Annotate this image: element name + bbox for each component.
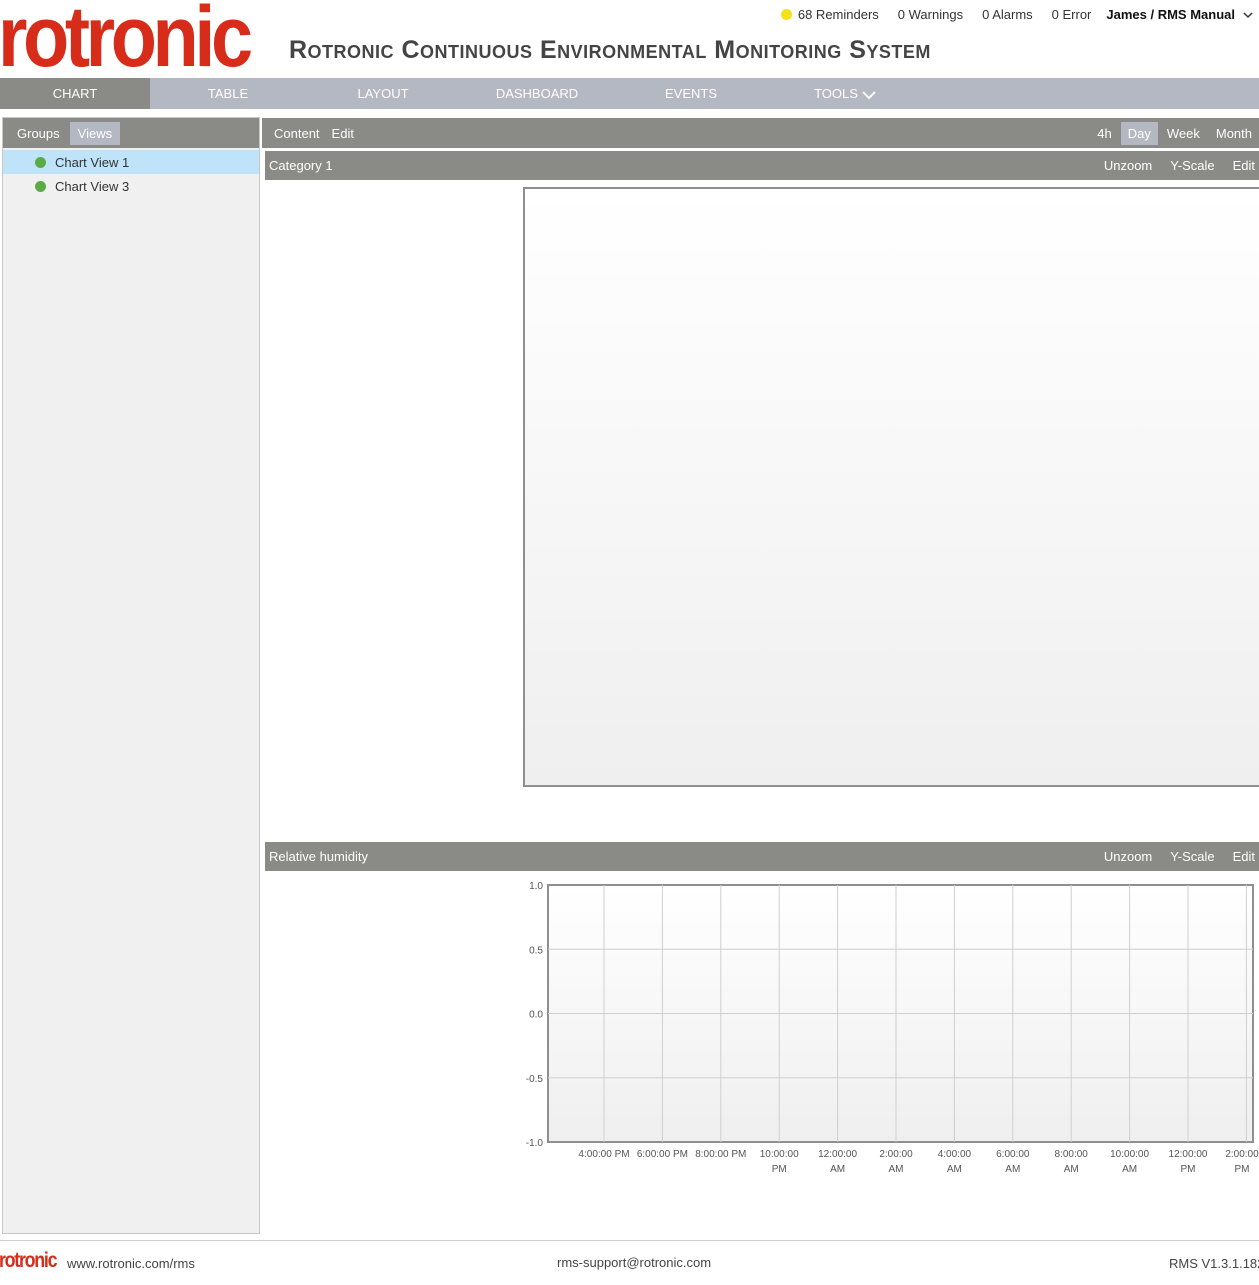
panel-edit-button[interactable]: Edit (1233, 158, 1255, 173)
main-nav: CHART TABLE LAYOUT DASHBOARD EVENTS TOOL… (0, 78, 1259, 109)
footer-version: RMS V1.3.1.1826 (1169, 1256, 1259, 1271)
tab-table[interactable]: TABLE (150, 78, 306, 109)
range-4h-button[interactable]: 4h (1090, 122, 1118, 145)
tab-layout[interactable]: LAYOUT (306, 78, 460, 109)
status-dot-icon (35, 180, 46, 192)
rotronic-logo: rotronic (0, 0, 253, 85)
unzoom-button[interactable]: Unzoom (1104, 849, 1152, 864)
x-tick-label: 6:00:00 AM (996, 1149, 1030, 1175)
panel-title: Relative humidity (269, 849, 368, 864)
chevron-down-icon (862, 90, 876, 99)
panel-header-humidity: Relative humidity Unzoom Y-Scale Edit (265, 842, 1259, 871)
y-tick-label: 1.0 (529, 881, 543, 892)
view-label: Chart View 1 (55, 154, 130, 170)
x-tick-label: 6:00:00 PM (637, 1149, 688, 1160)
content-button[interactable]: Content (268, 122, 326, 145)
x-tick-label: 4:00:00 PM (578, 1149, 629, 1160)
panel-edit-button[interactable]: Edit (1233, 849, 1255, 864)
panel-title: Category 1 (269, 158, 333, 173)
sidebar: Groups Views Chart View 1 Chart View 3 (2, 117, 260, 1234)
tab-events[interactable]: EVENTS (614, 78, 768, 109)
footer-email-link[interactable]: rms-support@rotronic.com (557, 1255, 711, 1270)
tab-tools-label: TOOLS (814, 86, 858, 101)
tab-chart[interactable]: CHART (0, 78, 150, 109)
footer-logo: rotronic (0, 1249, 58, 1272)
status-bar: 68 Reminders 0 Warnings 0 Alarms 0 Error… (780, 7, 1253, 22)
x-tick-label: 12:00:00 AM (818, 1149, 857, 1175)
unzoom-button[interactable]: Unzoom (1104, 158, 1152, 173)
reminder-dot-icon (780, 9, 792, 20)
edit-button[interactable]: Edit (326, 122, 360, 145)
reminders-count[interactable]: 68 Reminders (798, 7, 879, 22)
tab-groups[interactable]: Groups (9, 122, 68, 145)
y-scale-button[interactable]: Y-Scale (1170, 158, 1214, 173)
y-tick-label: 0.0 (529, 1010, 543, 1021)
tab-views[interactable]: Views (69, 121, 121, 145)
time-range-group: 4h Day Week Month (1088, 121, 1259, 145)
app-header: rotronic Rotronic Continuous Environment… (0, 0, 1259, 85)
range-week-button[interactable]: Week (1160, 122, 1207, 145)
humidity-chart[interactable]: 1.0 0.5 0.0 -0.5 -1.0 4:00:00 PM 6:00:00 PM 8:… (500, 875, 1259, 1185)
sidebar-item-chart-view-3[interactable]: Chart View 3 (3, 174, 259, 198)
y-tick-label: -1.0 (526, 1138, 544, 1149)
system-title: Rotronic Continuous Environmental Monito… (289, 36, 931, 64)
tab-dashboard[interactable]: DASHBOARD (460, 78, 614, 109)
panel-actions: Unzoom Y-Scale Edit (1086, 158, 1259, 173)
x-tick-label: 10:00:00 AM (1110, 1149, 1149, 1175)
footer-url-link[interactable]: www.rotronic.com/rms (67, 1256, 195, 1271)
x-axis-ticks: 4:00:00 PM 6:00:00 PM 8:00:00 PM 10:00:00 PM… (578, 1149, 1259, 1175)
y-tick-label: -0.5 (526, 1074, 544, 1085)
range-month-button[interactable]: Month (1209, 122, 1259, 145)
chart-toolbar: Content Edit 4h Day Week Month (262, 118, 1259, 148)
y-scale-button[interactable]: Y-Scale (1170, 849, 1214, 864)
user-menu[interactable]: James / RMS Manual (1106, 7, 1253, 22)
x-tick-label: 2:00:00 AM (879, 1149, 913, 1175)
x-tick-label: 8:00:00 AM (1055, 1149, 1089, 1175)
footer: rotronic www.rotronic.com/rms rms-suppor… (0, 1241, 1259, 1285)
y-tick-label: 0.5 (529, 945, 543, 956)
panel-header-category: Category 1 Unzoom Y-Scale Edit (265, 151, 1259, 180)
errors-count[interactable]: 0 Error (1052, 7, 1092, 22)
status-dot-icon (35, 156, 46, 168)
user-name: James / RMS Manual (1106, 7, 1235, 22)
tab-tools[interactable]: TOOLS (768, 78, 922, 109)
chevron-down-icon (1243, 11, 1253, 18)
sidebar-tabs: Groups Views (3, 118, 259, 148)
x-tick-label: 8:00:00 PM (695, 1149, 746, 1160)
y-axis-ticks: 1.0 0.5 0.0 -0.5 -1.0 (526, 881, 544, 1149)
alarms-count[interactable]: 0 Alarms (982, 7, 1033, 22)
range-day-button[interactable]: Day (1120, 121, 1158, 145)
view-label: Chart View 3 (55, 178, 130, 194)
x-tick-label: 2:00:00 PM (1225, 1149, 1259, 1175)
x-tick-label: 10:00:00 PM (760, 1149, 799, 1175)
warnings-count[interactable]: 0 Warnings (898, 7, 963, 22)
panel-actions: Unzoom Y-Scale Edit (1086, 849, 1259, 864)
chart-area-category[interactable] (523, 187, 1259, 787)
sidebar-item-chart-view-1[interactable]: Chart View 1 (3, 150, 259, 174)
x-tick-label: 4:00:00 AM (938, 1149, 972, 1175)
x-tick-label: 12:00:00 PM (1169, 1149, 1208, 1175)
